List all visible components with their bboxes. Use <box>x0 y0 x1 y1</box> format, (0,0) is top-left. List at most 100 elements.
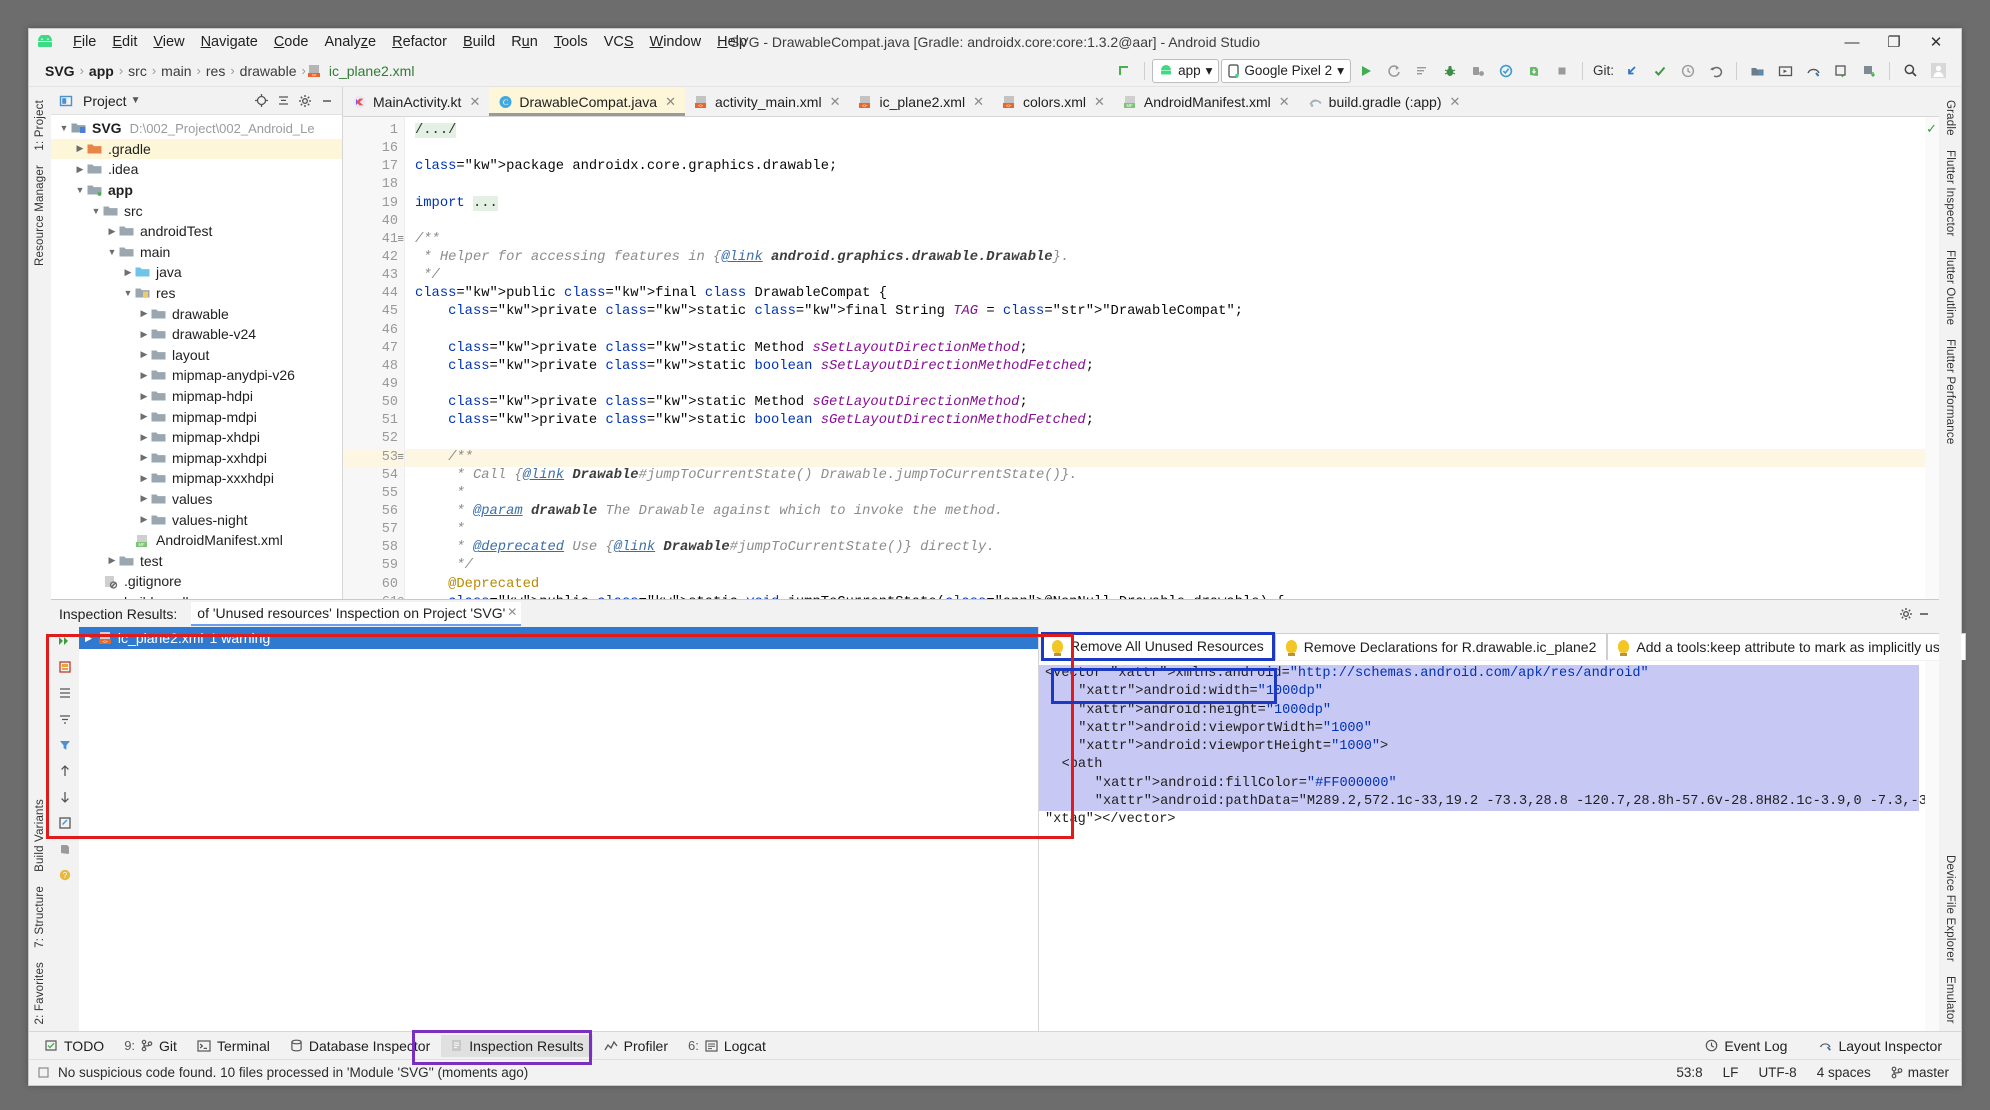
chevron-down-icon[interactable]: ▼ <box>131 95 141 106</box>
line-number[interactable]: 41 ≡ <box>343 231 404 249</box>
layout-inspector-icon[interactable] <box>1800 59 1826 83</box>
rollback-icon[interactable] <box>1703 59 1729 83</box>
editor-tab-drawablecompat-java[interactable]: C DrawableCompat.java ✕ <box>489 87 685 116</box>
line-number[interactable]: 49 <box>343 376 404 394</box>
code-editor[interactable]: 1 16 17 18 19 40 41 ≡ 42 43 44 45 46 47 48 49 50 51 52 53 ≡ 5… <box>343 117 1939 599</box>
code-line[interactable]: class="kw">public class="kw">final class… <box>405 285 1925 303</box>
code-line[interactable]: class="kw">private class="kw">static cla… <box>405 303 1925 321</box>
help-icon[interactable]: ? <box>54 865 76 885</box>
line-number[interactable]: 61@ <box>343 594 404 599</box>
menu-view[interactable]: View <box>145 32 192 52</box>
inspection-tab[interactable]: of 'Unused resources' Inspection on Proj… <box>191 601 522 626</box>
code-line[interactable]: * <box>405 521 1925 539</box>
line-number[interactable]: 57 <box>343 521 404 539</box>
line-number[interactable]: 18 <box>343 176 404 194</box>
xml-preview-line[interactable]: <path <box>1039 756 1919 775</box>
expand-arrow-icon[interactable]: ▶ <box>137 349 151 360</box>
expand-arrow-icon[interactable]: ▼ <box>121 288 135 298</box>
expand-arrow-icon[interactable]: ▼ <box>105 247 119 257</box>
device-file-explorer-icon[interactable] <box>1828 59 1854 83</box>
file-encoding[interactable]: UTF-8 <box>1758 1065 1796 1080</box>
menu-window[interactable]: Window <box>642 32 710 52</box>
menu-tools[interactable]: Tools <box>546 32 596 52</box>
rail-item-flutter-inspector[interactable]: Flutter Inspector <box>1944 143 1956 244</box>
xml-preview-line[interactable]: "xattr">android:height="1000dp" <box>1039 701 1919 720</box>
tree-item-values[interactable]: ▶ values <box>51 489 342 510</box>
code-line[interactable]: * Call {@link Drawable#jumpToCurrentStat… <box>405 467 1925 485</box>
expand-arrow-icon[interactable]: ▶ <box>137 370 151 381</box>
breadcrumb-item-3[interactable]: main <box>157 63 195 79</box>
line-number[interactable]: 44 <box>343 285 404 303</box>
line-number[interactable]: 52 <box>343 430 404 448</box>
code-line[interactable]: /** <box>405 448 1925 467</box>
filter-icon[interactable] <box>54 735 76 755</box>
editor-tab-mainactivity-kt[interactable]: MainActivity.kt ✕ <box>343 87 489 116</box>
edit-settings-icon[interactable] <box>54 813 76 833</box>
quick-fix-button-remove-declarations-for-r-drawable-ic-plane2[interactable]: Remove Declarations for R.drawable.ic_pl… <box>1274 632 1608 660</box>
rerun-inspection-icon[interactable] <box>54 631 76 651</box>
tool-window-button-profiler[interactable]: Profiler <box>595 1035 677 1057</box>
xml-preview-line[interactable]: <vector "xattr">xmlns:android="http://sc… <box>1039 665 1919 684</box>
code-line[interactable]: /.../ <box>405 122 1925 140</box>
code-line[interactable]: class="kw">private class="kw">static boo… <box>405 412 1925 430</box>
code-line[interactable] <box>405 376 1925 394</box>
menu-build[interactable]: Build <box>455 32 503 52</box>
inspection-result-list[interactable]: ▶ <> ic_plane2.xml 1 warning <box>79 627 1039 1031</box>
breadcrumb-item-4[interactable]: res <box>202 63 229 79</box>
line-number[interactable]: 17 <box>343 158 404 176</box>
stop-icon[interactable] <box>1549 59 1575 83</box>
expand-arrow-icon[interactable]: ▶ <box>105 226 119 237</box>
close-icon[interactable]: ✕ <box>469 94 480 110</box>
close-button[interactable]: ✕ <box>1915 30 1957 54</box>
expand-arrow-icon[interactable]: ▶ <box>105 555 119 566</box>
editor-tab-ic-plane2-xml[interactable]: <> ic_plane2.xml ✕ <box>849 87 993 116</box>
tree-item-mipmap-hdpi[interactable]: ▶ mipmap-hdpi <box>51 386 342 407</box>
breadcrumb-item-6[interactable]: ic_plane2.xml <box>325 63 419 79</box>
line-number[interactable]: 51 <box>343 412 404 430</box>
tree-item-values-night[interactable]: ▶ values-night <box>51 509 342 530</box>
breadcrumb-item-1[interactable]: app <box>85 63 118 79</box>
maximize-button[interactable]: ❐ <box>1873 30 1915 54</box>
code-line[interactable] <box>405 140 1925 158</box>
debug-icon[interactable] <box>1437 59 1463 83</box>
xml-preview[interactable]: <vector "xattr">xmlns:android="http://sc… <box>1039 661 1939 1031</box>
expand-arrow-icon[interactable]: ▶ <box>137 473 151 484</box>
rail-item-gradle[interactable]: Gradle <box>1944 93 1956 143</box>
rail-item-flutter-outline[interactable]: Flutter Outline <box>1944 243 1956 332</box>
editor-scrollbar[interactable]: ✓ <box>1925 117 1939 599</box>
menu-edit[interactable]: Edit <box>104 32 145 52</box>
tree-item-androidtest[interactable]: ▶ androidTest <box>51 221 342 242</box>
line-number[interactable]: 16 <box>343 140 404 158</box>
line-separator[interactable]: LF <box>1723 1065 1739 1080</box>
menu-refactor[interactable]: Refactor <box>384 32 455 52</box>
close-icon[interactable]: ✕ <box>830 94 841 110</box>
run-with-coverage-icon[interactable] <box>1409 59 1435 83</box>
export-icon[interactable] <box>54 657 76 677</box>
line-number[interactable]: 46 <box>343 322 404 340</box>
xml-preview-line[interactable]: "xattr">android:pathData="M289.2,572.1c-… <box>1039 793 1939 812</box>
gutter-mark-icon[interactable]: @ <box>390 594 404 599</box>
line-number[interactable]: 53 ≡ <box>343 448 404 467</box>
close-icon[interactable]: ✕ <box>1279 94 1290 110</box>
tree-item-test[interactable]: ▶ test <box>51 550 342 571</box>
tree-item-drawable[interactable]: ▶ drawable <box>51 303 342 324</box>
source-code[interactable]: /.../ class="kw">package androidx.core.g… <box>405 117 1925 599</box>
breadcrumb-item-5[interactable]: drawable <box>236 63 301 79</box>
code-line[interactable]: class="kw">private class="kw">static Met… <box>405 340 1925 358</box>
expand-arrow-icon[interactable]: ▶ <box>137 514 151 525</box>
inspection-result-row[interactable]: ▶ <> ic_plane2.xml 1 warning <box>79 627 1038 649</box>
close-icon[interactable]: ✕ <box>1094 94 1105 110</box>
breadcrumb-item-0[interactable]: SVG <box>41 63 79 79</box>
expand-arrow-icon[interactable]: ▼ <box>89 206 103 216</box>
menu-file[interactable]: FFileile <box>65 32 104 52</box>
line-number[interactable]: 45 <box>343 303 404 321</box>
code-line[interactable]: class="kw">package androidx.core.graphic… <box>405 158 1925 176</box>
tree-item-app[interactable]: ▼ app <box>51 180 342 201</box>
tool-window-button-logcat[interactable]: 6: Logcat <box>679 1035 775 1057</box>
profile-avatar-icon[interactable] <box>1925 59 1951 83</box>
group-by-severity-icon[interactable] <box>54 683 76 703</box>
code-line[interactable]: * Helper for accessing features in {@lin… <box>405 249 1925 267</box>
hide-panel-icon[interactable] <box>316 90 338 112</box>
settings-gear-icon[interactable] <box>294 90 316 112</box>
commit-icon[interactable] <box>1647 59 1673 83</box>
